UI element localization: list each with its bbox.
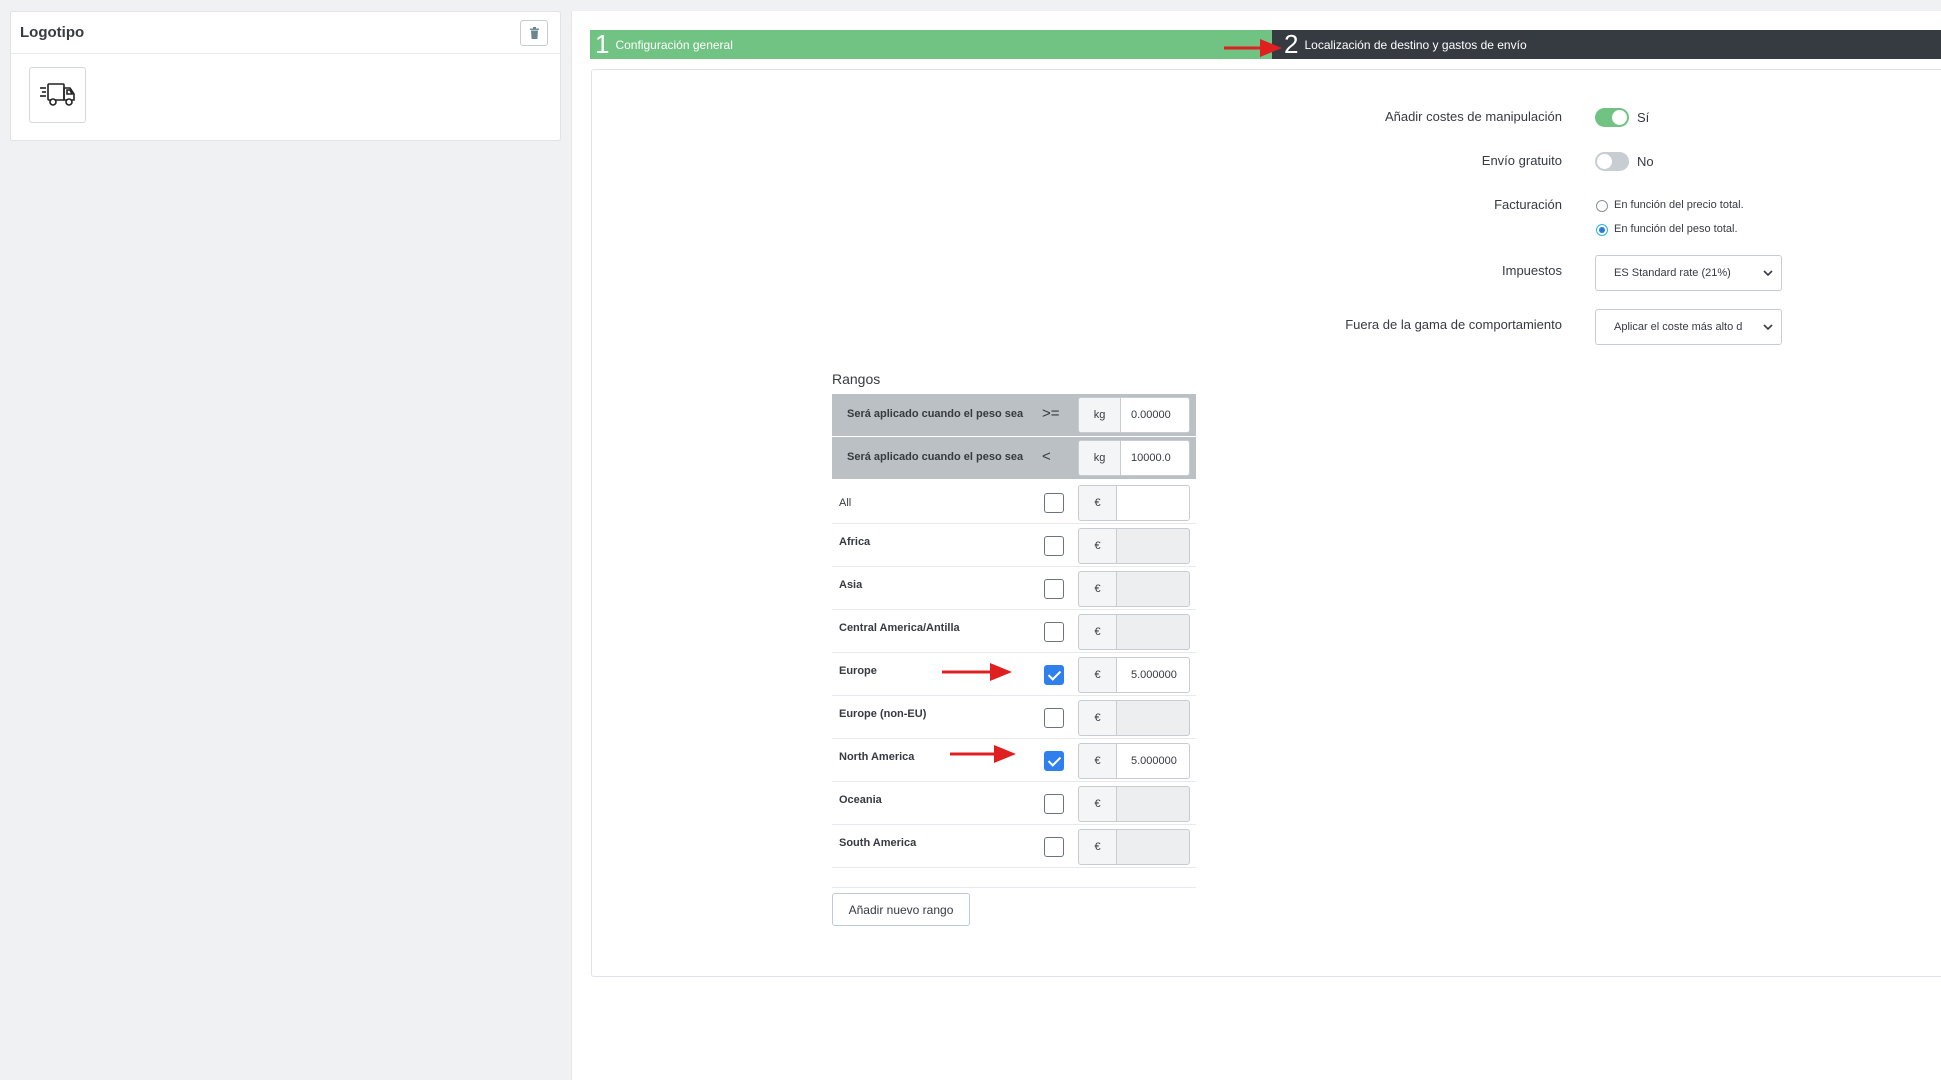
range-upper-bound-row: Será aplicado cuando el peso sea < kg 10…: [832, 437, 1196, 479]
zone-name: South America: [839, 837, 917, 849]
zone-row-south-america: South America €: [832, 825, 1196, 868]
zone-currency: €: [1078, 614, 1116, 650]
zone-name: Africa: [839, 536, 871, 548]
zone-checkbox[interactable]: [1044, 837, 1064, 857]
zone-row-africa: Africa €: [832, 524, 1196, 567]
zone-row-asia: Asia €: [832, 567, 1196, 610]
zone-checkbox[interactable]: [1044, 536, 1064, 556]
zone-row-oceania: Oceania €: [832, 782, 1196, 825]
logo-card-title: Logotipo: [20, 24, 85, 41]
step-2-number: 2: [1284, 29, 1299, 59]
zone-price-input[interactable]: [1116, 571, 1190, 607]
step-general-configuration[interactable]: 1 Configuración general: [590, 30, 1272, 59]
step-destination-shipping-costs[interactable]: 2 Localización de destino y gastos de en…: [1272, 30, 1941, 59]
free-shipping-label: Envío gratuito: [1481, 153, 1562, 168]
out-of-range-label: Fuera de la gama de comportamiento: [1345, 317, 1562, 332]
range-lower-operator: >=: [1042, 405, 1060, 422]
range-lower-label: Será aplicado cuando el peso sea: [847, 408, 1024, 420]
zone-currency: €: [1078, 528, 1116, 564]
zone-currency: €: [1078, 571, 1116, 607]
switch-knob: [1597, 154, 1612, 169]
zone-row-central-america-antilla: Central America/Antilla €: [832, 610, 1196, 653]
handling-costs-label: Añadir costes de manipulación: [1384, 109, 1562, 124]
ranges-divider: [832, 887, 1196, 888]
zone-price-input[interactable]: 5.000000: [1116, 743, 1190, 779]
taxes-select[interactable]: ES Standard rate (21%): [1595, 255, 1782, 291]
zone-row-all: All €: [832, 481, 1196, 524]
add-new-range-button[interactable]: Añadir nuevo rango: [832, 893, 970, 926]
range-lower-input[interactable]: 0.00000: [1120, 397, 1190, 433]
out-of-range-select[interactable]: Aplicar el coste más alto d: [1595, 309, 1782, 345]
zone-price-input[interactable]: 5.000000: [1116, 657, 1190, 693]
zone-checkbox[interactable]: [1044, 579, 1064, 599]
zone-checkbox[interactable]: [1044, 708, 1064, 728]
zone-checkbox[interactable]: [1044, 493, 1064, 513]
delete-logo-button[interactable]: [520, 19, 548, 46]
zone-checkbox[interactable]: [1044, 751, 1064, 771]
zone-currency: €: [1078, 485, 1116, 521]
zone-name: All: [839, 497, 852, 509]
zone-name: Central America/Antilla: [839, 622, 960, 634]
zone-currency: €: [1078, 700, 1116, 736]
handling-costs-switch[interactable]: [1595, 108, 1629, 127]
billing-radio-price[interactable]: [1596, 200, 1608, 212]
trash-icon: [529, 26, 539, 39]
top-strip: [571, 0, 1941, 11]
zone-currency: €: [1078, 743, 1116, 779]
zone-name: Asia: [839, 579, 863, 591]
range-lower-bound-row: Será aplicado cuando el peso sea >= kg 0…: [832, 394, 1196, 436]
chevron-down-icon: [1763, 324, 1773, 331]
range-upper-input[interactable]: 10000.0: [1120, 440, 1190, 476]
zone-currency: €: [1078, 829, 1116, 865]
zone-checkbox[interactable]: [1044, 622, 1064, 642]
range-upper-unit: kg: [1078, 440, 1120, 476]
taxes-selected-value: ES Standard rate (21%): [1614, 267, 1731, 279]
handling-costs-value: Sí: [1637, 110, 1650, 125]
step-1-number: 1: [595, 29, 610, 59]
logo-image[interactable]: [29, 67, 86, 123]
delivery-truck-icon: [39, 83, 75, 106]
zone-currency: €: [1078, 786, 1116, 822]
free-shipping-value: No: [1637, 154, 1654, 169]
taxes-label: Impuestos: [1502, 263, 1562, 278]
zone-price-input[interactable]: [1116, 829, 1190, 865]
step-2-label: Localización de destino y gastos de enví…: [1304, 37, 1527, 52]
range-upper-label: Será aplicado cuando el peso sea: [847, 451, 1024, 463]
chevron-down-icon: [1763, 270, 1773, 277]
zone-price-input[interactable]: [1116, 614, 1190, 650]
zone-name: Oceania: [839, 794, 882, 806]
billing-radio-weight[interactable]: [1596, 224, 1608, 236]
zone-name: Europe (non-EU): [839, 708, 927, 720]
zone-price-input[interactable]: [1116, 786, 1190, 822]
range-lower-unit: kg: [1078, 397, 1120, 433]
zone-row-europe-non-eu: Europe (non-EU) €: [832, 696, 1196, 739]
billing-label: Facturación: [1494, 197, 1562, 212]
zone-checkbox[interactable]: [1044, 794, 1064, 814]
annotation-arrow-icon: [1224, 39, 1282, 57]
left-column: Logotipo: [0, 0, 571, 1080]
step-1-label: Configuración general: [615, 37, 733, 52]
zone-price-input[interactable]: [1116, 700, 1190, 736]
free-shipping-switch[interactable]: [1595, 152, 1629, 171]
range-upper-operator: <: [1042, 448, 1051, 465]
ranges-title: Rangos: [832, 371, 881, 387]
logo-card: Logotipo: [10, 11, 561, 141]
logo-card-header: Logotipo: [11, 12, 560, 54]
annotation-arrow-icon: [942, 663, 1012, 681]
out-of-range-selected-value: Aplicar el coste más alto d: [1614, 321, 1743, 333]
billing-option-weight-label: En función del peso total.: [1614, 223, 1738, 235]
billing-option-price-label: En función del precio total.: [1614, 199, 1744, 211]
zone-name: Europe: [839, 665, 877, 677]
zone-price-input[interactable]: [1116, 528, 1190, 564]
zone-checkbox[interactable]: [1044, 665, 1064, 685]
zone-price-input[interactable]: [1116, 485, 1190, 521]
zone-currency: €: [1078, 657, 1116, 693]
switch-knob: [1612, 110, 1627, 125]
zone-name: North America: [839, 751, 915, 763]
annotation-arrow-icon: [950, 745, 1016, 763]
zone-row-europe: Europe €5.000000: [832, 653, 1196, 696]
